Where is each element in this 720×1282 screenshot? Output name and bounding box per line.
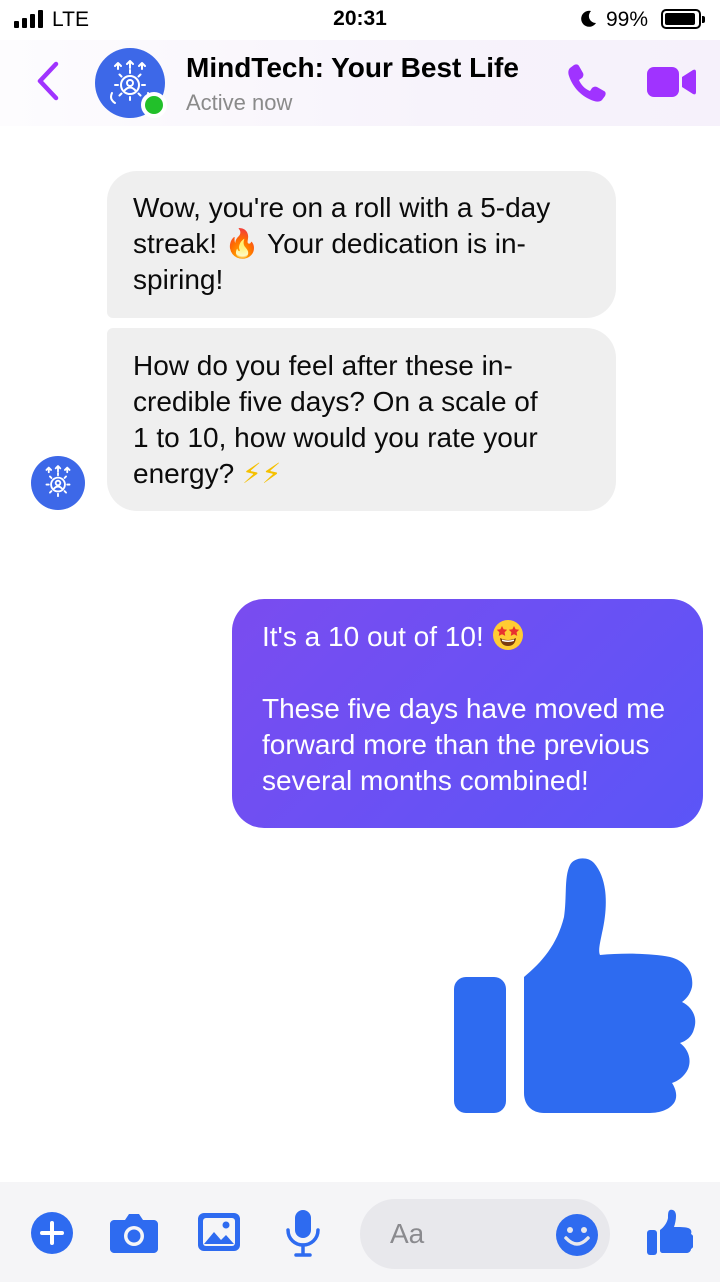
message-line: streak! 🔥 Your dedication is in- — [133, 226, 590, 262]
star-struck-emoji-icon — [492, 620, 523, 650]
gear-network-icon — [45, 465, 71, 497]
message-text: Your dedication is in- — [266, 228, 526, 259]
message-line: credible five days? On a scale of — [133, 386, 538, 417]
gallery-icon[interactable] — [196, 1210, 242, 1254]
incoming-message[interactable]: Wow, you're on a roll with a 5-day strea… — [107, 171, 616, 318]
message-text: energy? — [133, 458, 235, 489]
message-line: It's a 10 out of 10! — [262, 619, 673, 655]
video-camera-icon[interactable] — [645, 64, 697, 100]
message-line: spiring! — [133, 264, 224, 295]
smiley-icon[interactable] — [554, 1212, 600, 1258]
message-line: several months combined! — [262, 765, 589, 796]
message-line: forward more than the previous — [262, 729, 650, 760]
message-text: It's a 10 out of 10! — [262, 621, 484, 652]
do-not-disturb-icon — [581, 10, 596, 27]
incoming-message[interactable]: How do you feel after these in- credible… — [107, 328, 616, 511]
camera-icon[interactable] — [108, 1211, 160, 1255]
message-line: Wow, you're on a roll with a 5-day — [133, 192, 551, 223]
message-composer — [0, 1182, 720, 1282]
active-status: Active now — [186, 90, 293, 115]
status-bar: LTE 20:31 99% — [0, 0, 720, 40]
message-line: These five days have moved me — [262, 693, 666, 724]
message-line: 1 to 10, how would you rate your — [133, 422, 538, 453]
battery-percentage: 99% — [606, 8, 649, 31]
battery-icon — [661, 9, 705, 29]
sender-avatar[interactable] — [31, 456, 85, 510]
message-line: energy? ⚡⚡ — [133, 456, 590, 492]
fire-emoji: 🔥 — [224, 227, 260, 260]
plus-icon[interactable] — [30, 1211, 74, 1255]
phone-icon[interactable] — [565, 60, 611, 106]
back-arrow-icon[interactable] — [30, 58, 70, 104]
thumbs-up-icon[interactable] — [645, 1209, 693, 1257]
outgoing-message[interactable]: It's a 10 out of 10! These five days hav… — [232, 599, 703, 828]
message-line: How do you feel after these in- — [133, 350, 513, 381]
chat-header: MindTech: Your Best Life Active now — [0, 40, 720, 126]
chat-title[interactable]: MindTech: Your Best Life — [186, 52, 519, 84]
online-status-indicator — [141, 92, 167, 118]
microphone-icon[interactable] — [283, 1208, 323, 1258]
lightning-emoji: ⚡⚡ — [241, 457, 282, 490]
thumbs-up-icon[interactable] — [452, 857, 702, 1115]
message-text: streak! — [133, 228, 218, 259]
